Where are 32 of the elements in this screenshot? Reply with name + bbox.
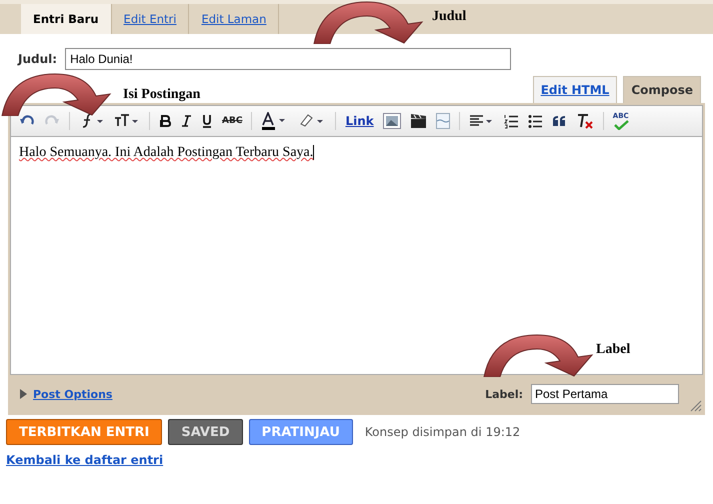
annotation-text: Isi Postingan [123, 87, 200, 103]
underline-icon[interactable] [201, 114, 213, 128]
nav-tab[interactable]: Edit Entri [112, 4, 190, 34]
strikethrough-button[interactable]: ABC [222, 116, 242, 126]
bullet-list-icon[interactable] [528, 114, 543, 128]
resize-grip-icon[interactable] [690, 400, 702, 412]
link-button[interactable]: Link [345, 114, 374, 128]
save-status: Konsep disimpan di 19:12 [364, 425, 520, 439]
quote-icon[interactable] [552, 115, 567, 127]
image-icon[interactable] [382, 113, 401, 129]
back-link[interactable]: Kembali ke daftar entri [6, 453, 164, 467]
clear-formatting-icon[interactable] [576, 113, 594, 129]
nav-tab[interactable]: Edit Laman [189, 4, 280, 34]
align-dropdown-icon[interactable] [468, 114, 495, 128]
title-label: Judul: [18, 52, 58, 66]
action-button[interactable]: SAVED [168, 419, 243, 445]
label-field[interactable]: Post Pertama [531, 384, 679, 404]
numbered-list-icon[interactable] [504, 114, 519, 128]
label-caption: Label: [485, 388, 523, 400]
bold-icon[interactable] [159, 114, 171, 128]
font-size-dropdown-icon[interactable] [114, 113, 140, 129]
editor-mode-tab[interactable]: Compose [623, 76, 701, 103]
post-options-link[interactable]: Post Options [20, 388, 112, 400]
expand-triangle-icon[interactable] [20, 389, 27, 399]
nav-tab[interactable]: Entri Baru [21, 4, 112, 34]
page-break-icon[interactable] [436, 113, 450, 129]
video-clapper-icon[interactable] [410, 113, 427, 129]
editor-mode-tab[interactable]: Edit HTML [532, 76, 618, 103]
annotation-text: Label [596, 342, 630, 358]
annotation-text: Judul [432, 9, 466, 25]
title-field[interactable]: Halo Dunia! [65, 48, 512, 70]
italic-icon[interactable] [180, 114, 192, 128]
